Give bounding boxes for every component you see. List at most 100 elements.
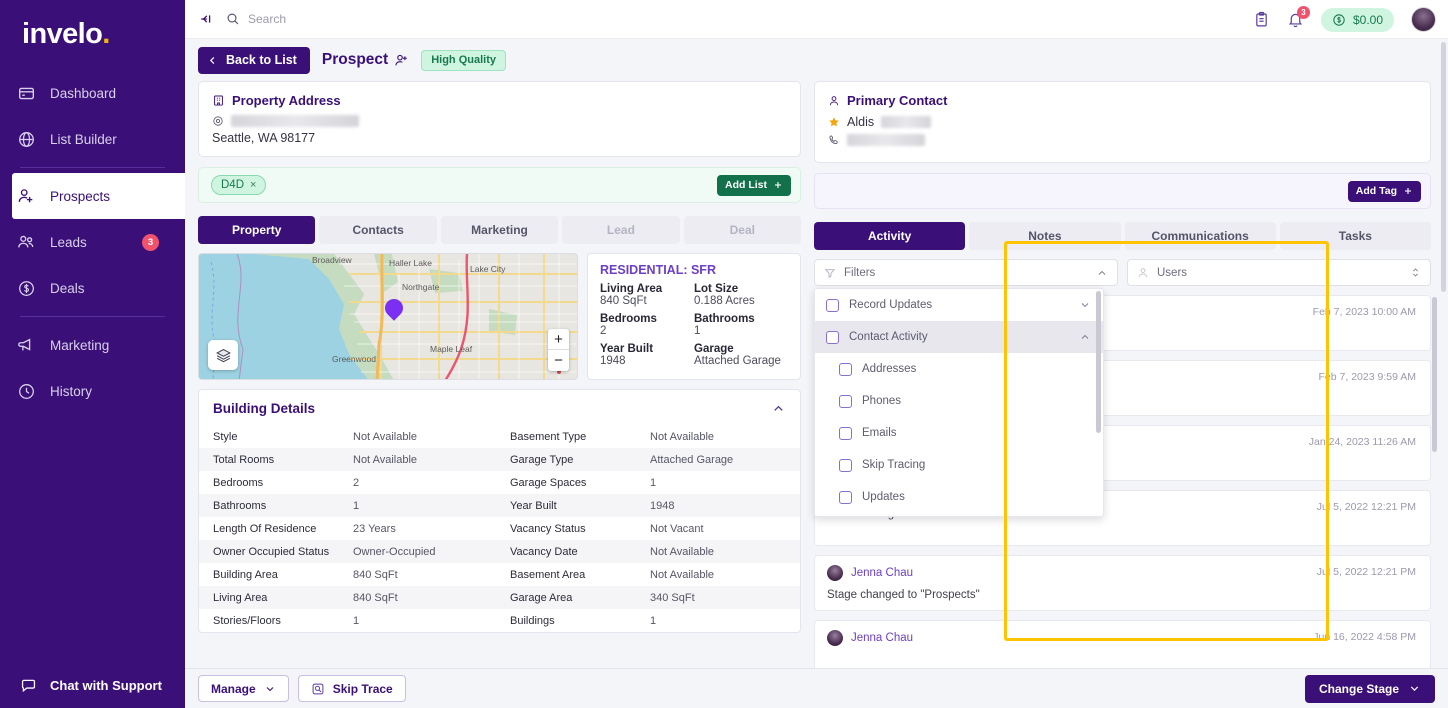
list-chip[interactable]: D4D × [211,175,267,195]
detail-value: Not Available [650,568,715,581]
filter-option-contact-activity[interactable]: Contact Activity [815,321,1103,353]
chevron-down-icon[interactable] [1079,299,1091,311]
skip-trace-button[interactable]: Skip Trace [297,675,406,702]
filter-option-emails[interactable]: Emails [815,417,1103,449]
avatar[interactable] [1411,7,1436,32]
sidebar-item-dashboard[interactable]: Dashboard [0,70,185,116]
close-icon[interactable]: × [250,179,256,191]
add-list-button[interactable]: Add List [717,174,791,196]
filter-option-label: Addresses [862,363,917,375]
tab-label: Contacts [352,223,404,237]
checkbox[interactable] [839,362,852,376]
primary-contact-title: Primary Contact [828,93,1417,108]
checkbox[interactable] [839,426,852,440]
detail-key: Vacancy Status [510,522,586,535]
building-details-header[interactable]: Building Details [199,390,800,425]
detail-value: Not Available [650,545,715,558]
table-row: Owner Occupied Status Owner-Occupied Vacan… [199,540,800,563]
back-to-list-button[interactable]: Back to List [198,46,310,74]
property-address-label: Property Address [232,93,341,108]
detail-value: 23 Years [353,522,396,535]
map-pin-icon [212,115,224,127]
checkbox[interactable] [826,298,839,312]
tab-communications[interactable]: Communications [1124,222,1276,250]
filter-option-record-updates[interactable]: Record Updates [815,289,1103,321]
tab-tasks[interactable]: Tasks [1279,222,1431,250]
checkbox[interactable] [839,458,852,472]
person-icon [1137,267,1149,279]
table-row: Bathrooms 1 Year Built 1948 [199,494,800,517]
dashboard-icon [16,83,36,103]
tab-contacts[interactable]: Contacts [319,216,437,244]
manage-button[interactable]: Manage [198,675,289,702]
tab-label: Notes [1028,229,1062,243]
skip-trace-icon [311,682,325,696]
detail-key: Buildings [510,614,555,627]
sidebar-item-list-builder[interactable]: List Builder [0,116,185,162]
users-icon [16,232,36,252]
add-tag-button[interactable]: Add Tag [1347,180,1421,202]
checkbox[interactable] [839,394,852,408]
users-label: Users [1157,266,1188,279]
top-bar: Search 3 $0.00 [185,0,1448,39]
activity-author-name[interactable]: Jenna Chau [851,632,913,644]
activity-author-name[interactable]: Jenna Chau [851,567,913,579]
filter-option-updates[interactable]: Updates [815,481,1103,513]
balance-pill[interactable]: $0.00 [1320,7,1394,32]
filter-option-label: Updates [862,491,905,503]
tab-notes[interactable]: Notes [969,222,1121,250]
filter-option-skip-tracing[interactable]: Skip Tracing [815,449,1103,481]
activity-filters-row: Filters Users Record Updates Contact Act… [814,259,1431,517]
change-stage-button[interactable]: Change Stage [1304,674,1435,703]
checkbox[interactable] [839,490,852,504]
app-logo[interactable]: invelo. [0,0,185,62]
tab-property[interactable]: Property [198,216,316,244]
property-street-row [212,115,787,127]
sidebar-item-history[interactable]: History [0,368,185,414]
tab-marketing[interactable]: Marketing [440,216,559,244]
users-dropdown-trigger[interactable]: Users [1127,259,1431,286]
detail-value: 1 [650,614,657,627]
filters-dropdown-panel: Record Updates Contact Activity Addresses P… [814,288,1104,517]
filter-option-addresses[interactable]: Addresses [815,353,1103,385]
sidebar-nav: Dashboard List Builder Prospects Leads 3… [0,70,185,414]
activity-feed-scrollbar[interactable] [1432,297,1437,452]
building-details-rows: Style Not Available Basement Type Not Avail… [199,425,800,632]
detail-value: Not Available [353,430,418,443]
phone-icon [828,134,840,146]
chevron-up-icon[interactable] [1079,331,1091,343]
clipboard-icon[interactable] [1253,11,1270,28]
filters-dropdown-trigger[interactable]: Filters [814,259,1118,286]
map-layers-button[interactable] [208,340,238,370]
filter-option-list: Record Updates Contact Activity Addresses P… [815,289,1103,513]
detail-key: Vacancy Date [510,545,578,558]
chat-icon [20,677,37,694]
property-map[interactable]: Broadview Haller Lake Lake City Northgat… [198,253,578,380]
sidebar-item-leads[interactable]: Leads 3 [0,219,185,265]
chevron-up-icon[interactable] [771,401,786,416]
tab-label: Deal [729,223,755,237]
tab-activity[interactable]: Activity [814,222,966,250]
chat-with-support-button[interactable]: Chat with Support [0,662,185,708]
filter-option-phones[interactable]: Phones [815,385,1103,417]
notifications-button[interactable]: 3 [1287,6,1310,28]
map-zoom-in-button[interactable]: + [548,329,569,350]
sidebar-item-marketing[interactable]: Marketing [0,322,185,368]
map-zoom-out-button[interactable]: − [548,350,569,371]
activity-tabs: Activity Notes Communications Tasks [814,222,1431,250]
checkbox[interactable] [826,330,839,344]
sidebar-item-deals[interactable]: Deals [0,265,185,311]
logo-text: invelo [22,18,103,50]
tab-lead: Lead [562,216,680,244]
filter-dropdown-scrollbar[interactable] [1096,291,1101,433]
building-icon [212,94,225,107]
search-input[interactable]: Search [226,12,286,26]
sidebar-item-prospects[interactable]: Prospects [12,173,185,219]
detail-key: Basement Type [510,430,587,443]
main-scrollbar[interactable] [1441,42,1446,292]
activity-timestamp: Feb 7, 2023 9:59 AM [1318,371,1416,383]
collapse-sidebar-icon[interactable] [198,11,214,27]
sidebar-item-label: History [50,383,93,399]
activity-timestamp: Jan 24, 2023 11:26 AM [1308,436,1416,448]
property-field-value: Attached Garage [694,355,781,367]
